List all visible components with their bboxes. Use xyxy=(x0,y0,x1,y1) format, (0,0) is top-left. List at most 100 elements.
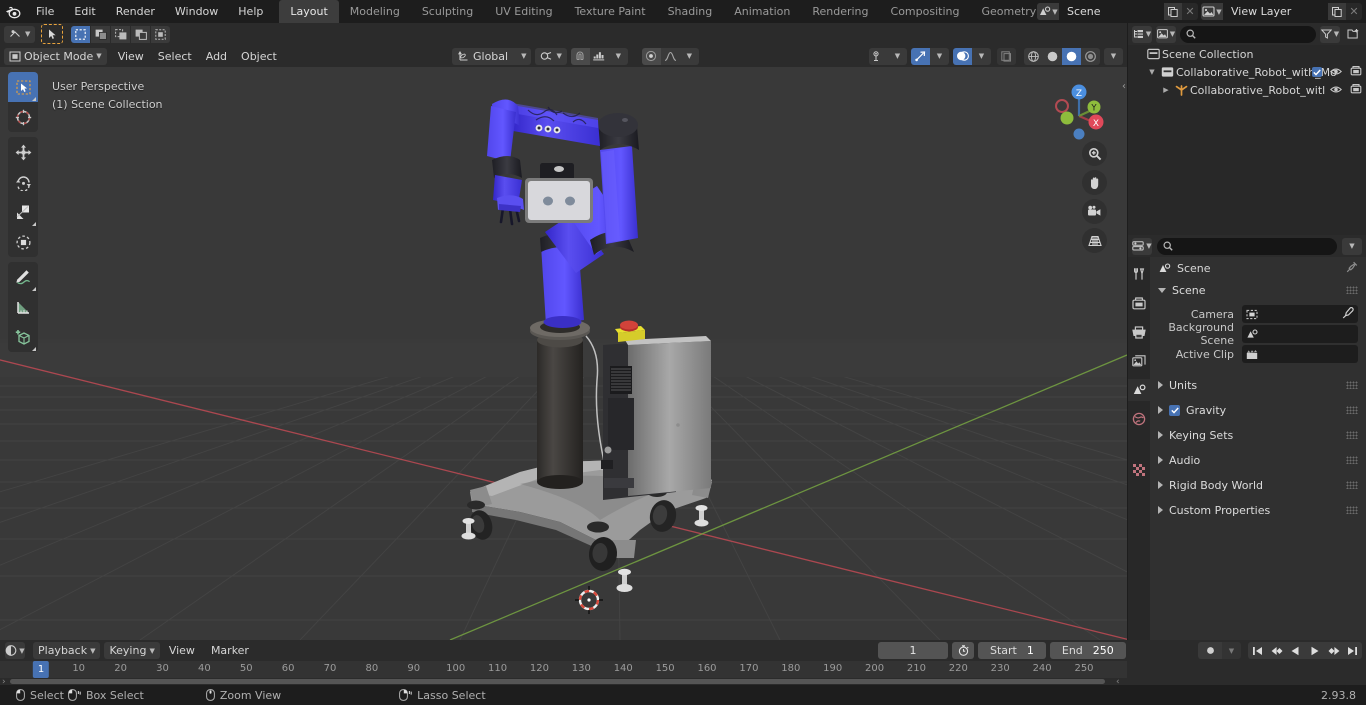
duplicate-icon[interactable] xyxy=(1328,3,1346,20)
outliner-filter-id-icon[interactable]: ▼ xyxy=(1156,25,1176,43)
disable-in-render-toggle[interactable] xyxy=(1350,65,1362,79)
tab-scene[interactable] xyxy=(1128,379,1150,401)
play-icon[interactable] xyxy=(1305,642,1324,659)
disclosure-open-icon[interactable]: ▼ xyxy=(1146,68,1158,76)
panel-drag-grip[interactable] xyxy=(1346,431,1358,439)
workspace-tab-texture-paint[interactable]: Texture Paint xyxy=(564,0,657,23)
play-reverse-icon[interactable] xyxy=(1286,642,1305,659)
annotate-tool-button[interactable] xyxy=(8,262,38,292)
wireframe-shading-icon[interactable] xyxy=(1024,47,1043,65)
show-overlays-icon[interactable] xyxy=(953,47,972,65)
workspace-tab-animation[interactable]: Animation xyxy=(723,0,801,23)
properties-search-input[interactable] xyxy=(1157,237,1337,255)
outliner-row-scene-collection[interactable]: Scene Collection xyxy=(1128,45,1366,63)
timeline-menu-keying[interactable]: Keying ▼ xyxy=(104,642,160,659)
viewlayer-name[interactable]: View Layer xyxy=(1223,3,1328,20)
select-extend-icon[interactable] xyxy=(91,25,111,43)
timeline-scrollbar-track[interactable] xyxy=(0,678,1127,685)
tab-render[interactable] xyxy=(1128,292,1150,314)
solid-shading-icon[interactable] xyxy=(1043,47,1062,65)
tab-output[interactable] xyxy=(1128,321,1150,343)
viewport-menu-object[interactable]: Object xyxy=(234,47,284,66)
sidebar-collapse-arrow-icon[interactable]: ‹ xyxy=(1122,81,1126,92)
menu-window[interactable]: Window xyxy=(165,0,228,23)
toggle-xray-icon[interactable] xyxy=(997,47,1016,65)
timeline-menu-playback[interactable]: Playback ▼ xyxy=(33,642,101,659)
overlays-chevron-icon[interactable]: ▼ xyxy=(972,47,991,65)
object-types-visibility-icon[interactable] xyxy=(869,47,888,65)
panel-header-custom-properties[interactable]: Custom Properties xyxy=(1150,499,1366,521)
scene-datablock[interactable]: ▼ Scene ✕ xyxy=(1037,3,1198,20)
jump-start-icon[interactable] xyxy=(1248,642,1267,659)
snap-options-chevron[interactable]: ▼ xyxy=(608,47,628,65)
timeline-ruler[interactable]: 10 20 30 40 50 60 70 80 90 100 110 120 130 140 150 160 1… xyxy=(0,661,1127,678)
tweak-tool-indicator[interactable] xyxy=(41,24,64,44)
mode-selector[interactable]: Object Mode ▼ xyxy=(4,47,107,65)
start-frame-field[interactable]: Start 1 xyxy=(978,642,1046,659)
hide-in-viewport-toggle[interactable] xyxy=(1329,66,1343,79)
select-invert-icon[interactable] xyxy=(131,25,151,43)
properties-editor[interactable]: ▼ ▼ Scene Scene Camera Background Scene … xyxy=(1128,235,1366,640)
workspace-tab-uv-editing[interactable]: UV Editing xyxy=(484,0,563,23)
outliner-display-mode-icon[interactable]: ▼ xyxy=(1132,25,1152,43)
timeline-editor[interactable]: ▼ Playback ▼ Keying ▼ View Marker ▼ 1 St… xyxy=(0,640,1366,687)
new-collection-icon[interactable] xyxy=(1344,26,1362,43)
hide-in-viewport-toggle[interactable] xyxy=(1329,84,1343,97)
tab-tool[interactable] xyxy=(1128,263,1150,285)
workspace-tab-rendering[interactable]: Rendering xyxy=(801,0,879,23)
scale-tool-button[interactable] xyxy=(8,197,38,227)
tab-texture[interactable] xyxy=(1128,459,1150,481)
panel-header-scene[interactable]: Scene xyxy=(1150,279,1366,301)
field-input[interactable] xyxy=(1242,325,1358,343)
blender-logo-icon[interactable] xyxy=(0,0,26,23)
select-subtract-icon[interactable] xyxy=(111,25,131,43)
viewport-menu-select[interactable]: Select xyxy=(151,47,199,66)
panel-drag-grip[interactable] xyxy=(1346,381,1358,389)
outliner-row[interactable]: ▼ Collaborative_Robot_with_Mo xyxy=(1128,63,1366,81)
select-box-icon[interactable] xyxy=(71,25,91,43)
panel-drag-grip[interactable] xyxy=(1346,481,1358,489)
proportional-edit-icon[interactable] xyxy=(589,47,609,65)
tab-world[interactable] xyxy=(1128,408,1150,430)
shading-chevron-icon[interactable]: ▼ xyxy=(1104,47,1123,65)
gizmo-chevron-icon[interactable]: ▼ xyxy=(930,47,949,65)
rendered-shading-icon[interactable] xyxy=(1081,47,1100,65)
transform-tool-button[interactable] xyxy=(8,227,38,257)
tweak-tool-button[interactable] xyxy=(8,72,38,102)
disclosure-closed-icon[interactable]: ▶ xyxy=(1160,86,1172,94)
playhead[interactable]: 1 xyxy=(32,661,50,678)
panel-header-keying-sets[interactable]: Keying Sets xyxy=(1150,424,1366,446)
tab-view-layer[interactable] xyxy=(1128,350,1150,372)
field-input[interactable] xyxy=(1242,345,1358,363)
prev-keyframe-icon[interactable] xyxy=(1267,642,1286,659)
exclude-checkbox[interactable] xyxy=(1312,67,1322,77)
proportional-editing-toggle[interactable] xyxy=(641,47,661,65)
falloff-curve-icon[interactable] xyxy=(660,47,680,65)
menu-help[interactable]: Help xyxy=(228,0,273,23)
timeline-scrollbar[interactable] xyxy=(10,679,1105,684)
cursor-tool-button[interactable] xyxy=(8,102,38,132)
camera-icon[interactable] xyxy=(1082,199,1107,224)
outliner-search-input[interactable] xyxy=(1180,25,1316,43)
magnifier-icon[interactable] xyxy=(1082,141,1107,166)
next-keyframe-icon[interactable] xyxy=(1324,642,1343,659)
menu-render[interactable]: Render xyxy=(106,0,165,23)
workspace-tab-modeling[interactable]: Modeling xyxy=(339,0,411,23)
panel-header-rigid-body-world[interactable]: Rigid Body World xyxy=(1150,474,1366,496)
workspace-tab-shading[interactable]: Shading xyxy=(657,0,724,23)
gravity-checkbox[interactable] xyxy=(1169,404,1180,416)
menu-file[interactable]: File xyxy=(26,0,64,23)
snap-toggle-button[interactable] xyxy=(570,47,590,65)
duplicate-icon[interactable] xyxy=(1164,3,1182,20)
transform-orientation-selector[interactable]: Global ▼ xyxy=(452,47,532,65)
viewport-menu-add[interactable]: Add xyxy=(199,47,234,66)
falloff-chevron-icon[interactable]: ▼ xyxy=(679,47,699,65)
panel-header-audio[interactable]: Audio xyxy=(1150,449,1366,471)
record-mode-chevron-icon[interactable]: ▼ xyxy=(1222,642,1241,659)
chevron-down-icon[interactable]: ▼ xyxy=(1342,237,1362,255)
timeline-menu-view[interactable]: View xyxy=(162,641,202,660)
stopwatch-icon[interactable] xyxy=(952,642,974,659)
editor-type-selector[interactable]: ▼ xyxy=(4,25,36,43)
panel-drag-grip[interactable] xyxy=(1346,506,1358,514)
outliner-editor[interactable]: ▼ ▼ ▼ Scene Collection ▼ Collaborative_Rob… xyxy=(1128,23,1366,235)
